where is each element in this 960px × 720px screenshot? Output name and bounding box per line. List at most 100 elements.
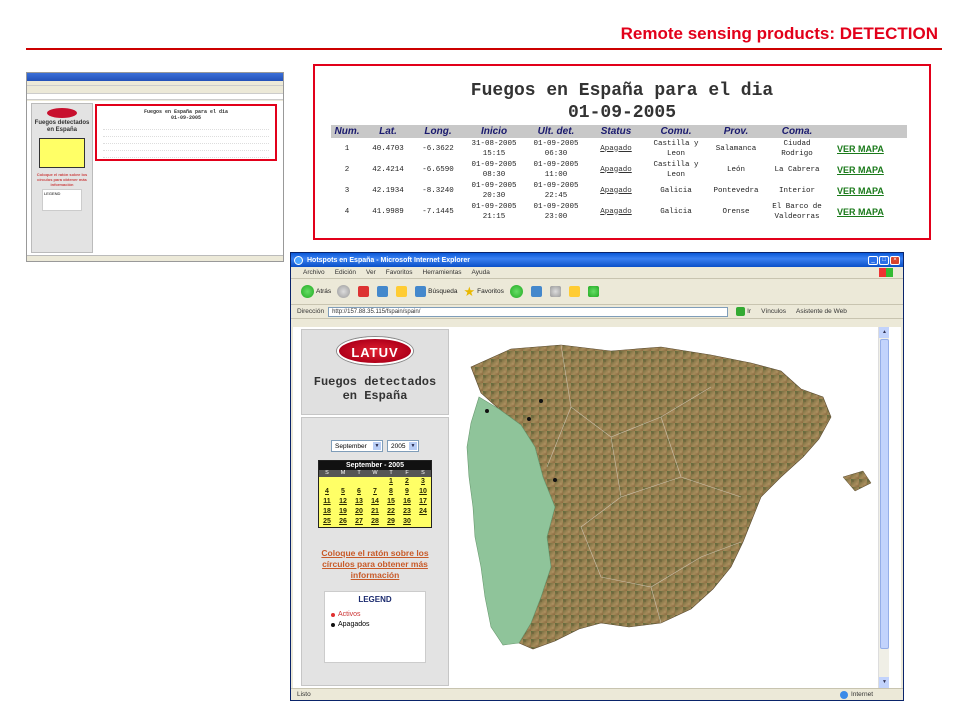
status-link[interactable]: Apagado — [587, 201, 645, 222]
calendar-day[interactable]: 29 — [383, 517, 399, 527]
calendar-day[interactable]: 20 — [351, 507, 367, 517]
calendar-day[interactable]: 18 — [319, 507, 335, 517]
month-select[interactable]: September ▼ — [331, 440, 383, 452]
calendar-day[interactable]: 3 — [415, 477, 431, 487]
scroll-up-icon[interactable]: ▲ — [879, 327, 889, 338]
print-button[interactable] — [549, 286, 563, 297]
latuv-logo: LATUV — [337, 337, 413, 365]
cell-ult-time: 11:00 — [544, 170, 568, 179]
calendar-day[interactable]: 22 — [383, 507, 399, 517]
calendar-day[interactable]: 12 — [335, 497, 351, 507]
scroll-thumb[interactable] — [880, 339, 889, 649]
print-icon — [549, 286, 561, 297]
calendar-day[interactable]: 28 — [367, 517, 383, 527]
calendar-blank — [351, 477, 367, 487]
calendar-day[interactable]: 10 — [415, 487, 431, 497]
fire-marker-off[interactable] — [485, 409, 489, 413]
refresh-icon — [377, 286, 389, 297]
history-button[interactable] — [509, 285, 525, 298]
calendar-day[interactable]: 23 — [399, 507, 415, 517]
calendar-day[interactable]: 17 — [415, 497, 431, 507]
search-icon — [415, 286, 427, 297]
calendar-day[interactable]: 2 — [399, 477, 415, 487]
thumb-sidebar-title: Fuegos detectados en España — [34, 120, 90, 133]
header-inicio: Inicio — [463, 125, 525, 138]
cell-ult-date: 01-09-2005 — [533, 181, 579, 190]
ver-mapa-link[interactable]: VER MAPA — [829, 180, 907, 201]
calendar-day[interactable]: 15 — [383, 497, 399, 507]
menu-ayuda[interactable]: Ayuda — [472, 269, 490, 276]
menu-favoritos[interactable]: Favoritos — [386, 269, 413, 276]
cell-coma-2: Rodrigo — [781, 149, 813, 158]
stop-button[interactable] — [358, 286, 371, 297]
info-link[interactable]: Coloque el ratón sobre los círculos para… — [308, 548, 442, 581]
calendar-day[interactable]: 4 — [319, 487, 335, 497]
calendar-day[interactable]: 6 — [351, 487, 367, 497]
refresh-button[interactable] — [377, 286, 390, 297]
thumb-titlebar — [27, 73, 283, 81]
fire-marker-off[interactable] — [553, 478, 557, 482]
ver-mapa-link[interactable]: VER MAPA — [829, 159, 907, 180]
ver-mapa-link[interactable]: VER MAPA — [829, 201, 907, 222]
home-button[interactable] — [396, 286, 409, 297]
menu-ver[interactable]: Ver — [366, 269, 376, 276]
ver-mapa-link[interactable]: VER MAPA — [829, 138, 907, 159]
back-button[interactable]: Atrás — [301, 285, 331, 298]
sidebar-title-line1: Fuegos detectados — [313, 375, 437, 389]
calendar-day[interactable]: 27 — [351, 517, 367, 527]
status-link[interactable]: Apagado — [587, 138, 645, 159]
menu-archivo[interactable]: Archivo — [303, 269, 325, 276]
status-link[interactable]: Apagado — [587, 180, 645, 201]
cell-long: -7.1445 — [422, 207, 454, 216]
calendar-day[interactable]: 11 — [319, 497, 335, 507]
red-dot-icon — [331, 612, 335, 617]
calendar-day[interactable]: 13 — [351, 497, 367, 507]
legend-active-label: Activos — [338, 611, 361, 618]
calendar-day[interactable]: 9 — [399, 487, 415, 497]
calendar-day[interactable]: 30 — [399, 517, 415, 527]
address-input[interactable]: http://157.88.35.115/fspain/spain/ — [328, 306, 729, 317]
cell-ult: 01-09-2005 06:30 — [525, 138, 587, 159]
scroll-down-icon[interactable]: ▼ — [879, 677, 889, 688]
go-button[interactable]: Ir — [736, 307, 751, 316]
vertical-scrollbar[interactable]: ▲ ▼ — [878, 327, 889, 688]
black-dot-icon — [331, 622, 335, 627]
calendar-day[interactable]: 21 — [367, 507, 383, 517]
calendar-day[interactable]: 1 — [383, 477, 399, 487]
web-assistant-label[interactable]: Asistente de Web — [796, 308, 847, 315]
calendar-day[interactable]: 19 — [335, 507, 351, 517]
favorites-button[interactable]: ★ Favoritos — [463, 285, 503, 298]
spain-map[interactable]: ▲ ▼ — [451, 327, 889, 688]
calendar-day[interactable]: 25 — [319, 517, 335, 527]
close-button[interactable]: × — [890, 255, 900, 265]
fire-marker-off[interactable] — [539, 399, 543, 403]
fire-marker-off[interactable] — [527, 417, 531, 421]
menu-edicion[interactable]: Edición — [335, 269, 356, 276]
calendar-day[interactable]: 26 — [335, 517, 351, 527]
calendar-day[interactable]: 5 — [335, 487, 351, 497]
minimize-button[interactable]: _ — [868, 255, 878, 265]
mail-button[interactable] — [530, 286, 544, 297]
legend-item-active: Activos — [331, 610, 419, 619]
folder-button[interactable] — [568, 286, 582, 297]
status-link[interactable]: Apagado — [587, 159, 645, 180]
cell-coma-1: Ciudad — [783, 139, 811, 148]
messenger-button[interactable] — [587, 286, 601, 297]
year-select[interactable]: 2005 ▼ — [387, 440, 419, 452]
search-button[interactable]: Búsqueda — [415, 286, 457, 297]
menu-herramientas[interactable]: Herramientas — [423, 269, 462, 276]
cell-inicio-date: 31-08-2005 — [471, 139, 517, 148]
calendar-day[interactable]: 14 — [367, 497, 383, 507]
browser-window: Hotspots en España - Microsoft Internet … — [290, 252, 904, 701]
cell-comu: Castilla y Leon — [645, 159, 707, 180]
header-ult-det: Ult. det. — [525, 125, 587, 138]
cell-ult: 01-09-2005 11:00 — [525, 159, 587, 180]
calendar-day[interactable]: 16 — [399, 497, 415, 507]
calendar-day[interactable]: 7 — [367, 487, 383, 497]
window-title: Hotspots en España - Microsoft Internet … — [307, 256, 470, 264]
maximize-button[interactable]: □ — [879, 255, 889, 265]
calendar-day[interactable]: 8 — [383, 487, 399, 497]
calendar-day[interactable]: 24 — [415, 507, 431, 517]
links-label[interactable]: Vínculos — [761, 308, 786, 315]
forward-button[interactable] — [337, 285, 352, 298]
